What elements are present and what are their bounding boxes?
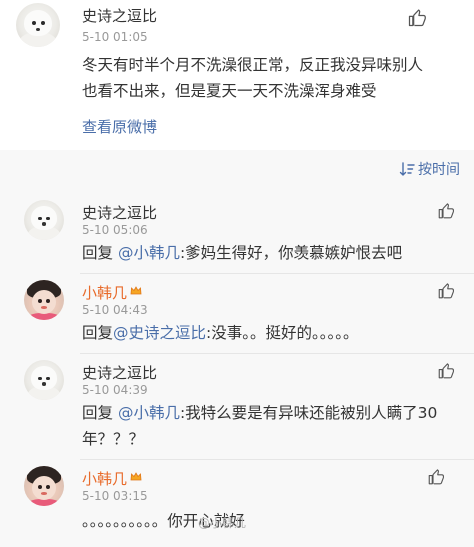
comment-username[interactable]: 小韩几 [82, 468, 142, 489]
sort-label: 按时间 [418, 162, 460, 178]
comment-item: 史诗之逗比 5-10 05:06 回复 @小韩几:爹妈生得好，你羡慕嫉妒恨去吧 [0, 194, 474, 274]
thumb-up-icon[interactable] [437, 282, 455, 300]
comment-text-line: 年？？？ [82, 430, 145, 448]
reply-prefix: 回复 [82, 324, 114, 342]
comment-item: 史诗之逗比 5-10 04:39 回复 @小韩几:我特么要是有异味还能被别人瞒了… [0, 354, 474, 460]
reply-prefix: 回复 [82, 404, 118, 422]
thumb-up-icon[interactable] [437, 362, 455, 380]
comment-username[interactable]: 史诗之逗比 [82, 202, 157, 223]
comment-username-text: 小韩几 [82, 284, 128, 302]
post-text: 冬天有时半个月不洗澡很正常，反正我没异味别人 也看不出来，但是夏天一天不洗澡浑身… [82, 52, 462, 104]
comment-username-text: 小韩几 [82, 470, 128, 488]
user-avatar[interactable] [24, 360, 64, 400]
user-avatar[interactable] [24, 200, 64, 240]
comments-section: 按时间 史诗之逗比 5-10 05:06 回复 @小韩几:爹妈生得好，你羡慕嫉妒… [0, 150, 474, 547]
mention-link[interactable]: @小韩几 [118, 404, 180, 422]
comment-timestamp: 5-10 05:06 [82, 223, 148, 237]
post-text-line: 冬天有时半个月不洗澡很正常，反正我没异味别人 [82, 56, 424, 74]
comment-username[interactable]: 小韩几 [82, 282, 142, 303]
user-avatar[interactable] [24, 280, 64, 320]
sort-icon [399, 162, 415, 176]
comment-body: :爹妈生得好，你羡慕嫉妒恨去吧 [179, 244, 403, 262]
post-text-line: 也看不出来，但是夏天一天不洗澡浑身难受 [82, 82, 377, 100]
thumb-up-icon[interactable] [427, 468, 445, 486]
comment-text: 回复@史诗之逗比:没事。。挺好的。。。。。 [82, 320, 462, 346]
comment-body: :我特么要是有异味还能被别人瞒了30 [179, 404, 438, 422]
thumb-up-icon[interactable] [437, 202, 455, 220]
comment-text: 。。。。。。。。。。你开心就好 [82, 512, 245, 530]
user-avatar[interactable] [16, 3, 60, 47]
post-username[interactable]: 史诗之逗比 [82, 5, 157, 26]
comment-text-line: 回复 @小韩几:我特么要是有异味还能被别人瞒了30 [82, 400, 462, 426]
view-original-link[interactable]: 查看原微博 [82, 116, 157, 137]
comment-text: 回复 @小韩几:爹妈生得好，你羡慕嫉妒恨去吧 [82, 240, 462, 266]
comment-username[interactable]: 史诗之逗比 [82, 362, 157, 383]
main-post: 史诗之逗比 5-10 01:05 冬天有时半个月不洗澡很正常，反正我没异味别人 … [0, 0, 474, 150]
reply-prefix: 回复 [82, 244, 118, 262]
sort-button[interactable]: 按时间 [399, 159, 460, 179]
mention-link[interactable]: @小韩几 [118, 244, 180, 262]
post-timestamp: 5-10 01:05 [82, 30, 148, 44]
thumb-up-icon[interactable] [407, 8, 427, 28]
comment-timestamp: 5-10 04:43 [82, 303, 148, 317]
comment-text: 回复 @小韩几:我特么要是有异味还能被别人瞒了30 年？？？ [82, 400, 462, 452]
comment-item: 小韩几 5-10 04:43 回复@史诗之逗比:没事。。挺好的。。。。。 [0, 274, 474, 354]
comment-timestamp: 5-10 04:39 [82, 383, 148, 397]
comment-item: 小韩几 5-10 03:15 。。。。。。。。。。你开心就好 [0, 460, 474, 547]
user-avatar[interactable] [24, 466, 64, 506]
comment-timestamp: 5-10 03:15 [82, 489, 148, 503]
crown-icon [130, 286, 142, 295]
watermark: @小韩几 [198, 516, 247, 530]
mention-link[interactable]: @史诗之逗比 [113, 324, 206, 342]
comment-body: :没事。。挺好的。。。。。 [206, 324, 359, 342]
crown-icon [130, 472, 142, 481]
